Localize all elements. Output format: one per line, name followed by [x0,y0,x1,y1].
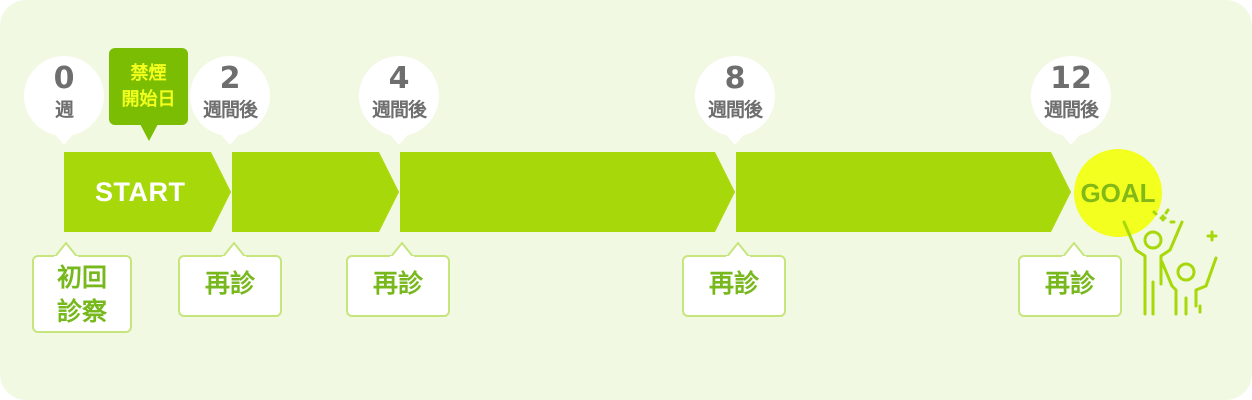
first-consultation-box: 初回 診察 [32,242,132,333]
start-label: START [95,177,186,207]
revisit-box-week-8: 再診 [682,242,786,317]
celebrating-people-icon [1122,208,1218,316]
revisit-box-week-2: 再診 [178,242,282,317]
revisit-box-week-4: 再診 [346,242,450,317]
revisit-label: 再診 [1044,269,1095,298]
timeline-segment-4 [736,152,1071,232]
timeline-segment-2 [232,152,399,232]
revisit-label: 再診 [372,269,423,298]
timeline-segment-3 [400,152,735,232]
callout-pointer [222,242,246,258]
revisit-box-week-12: 再診 [1018,242,1122,317]
revisit-label: 再診 [708,269,759,298]
first-consultation-line2: 診察 [56,297,107,326]
callout-pointer [390,242,414,258]
timeline-arrows [64,152,1071,232]
callout-pointer [54,242,78,258]
first-consultation-line1: 初回 [56,263,107,292]
callout-pointer [726,242,750,258]
revisit-label: 再診 [204,269,255,298]
callout-pointer [1062,242,1086,258]
